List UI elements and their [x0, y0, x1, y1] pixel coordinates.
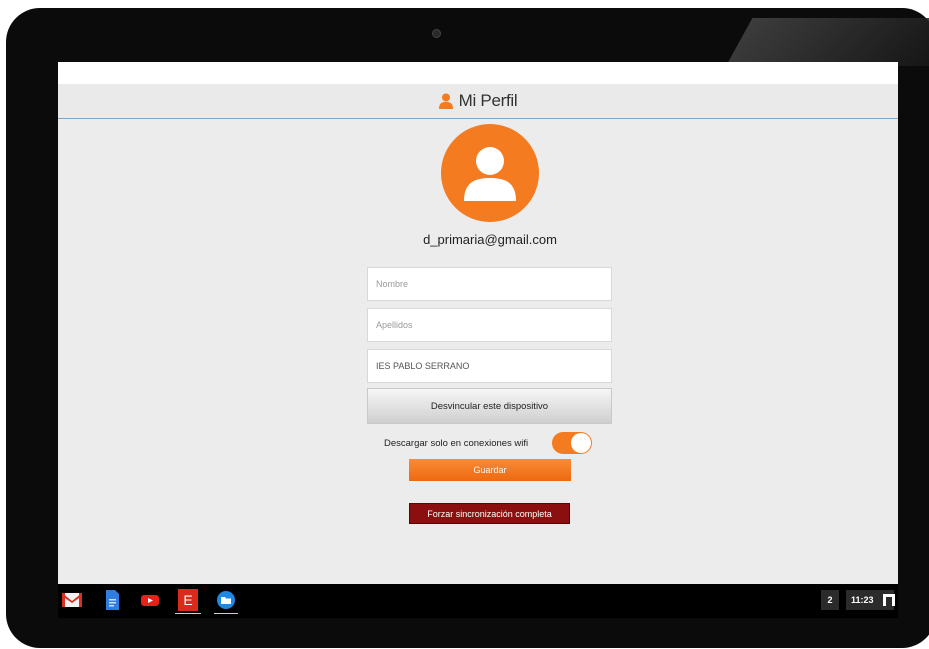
wifi-only-label: Descargar solo en conexiones wifi — [384, 437, 529, 449]
wifi-only-setting: Descargar solo en conexiones wifi — [384, 430, 594, 456]
user-avatar-icon — [441, 124, 539, 222]
app-e-icon[interactable]: E — [178, 589, 198, 611]
status-tray-icon[interactable] — [883, 594, 895, 606]
nombre-input[interactable] — [367, 267, 612, 301]
unlink-device-button[interactable]: Desvincular este dispositivo — [367, 388, 612, 424]
status-bar — [58, 62, 898, 84]
user-email: d_primaria@gmail.com — [423, 232, 557, 247]
force-sync-button[interactable]: Forzar sincronización completa — [409, 503, 570, 524]
notification-count-badge[interactable]: 2 — [821, 590, 839, 610]
toggle-knob — [571, 433, 591, 453]
save-label: Guardar — [473, 465, 507, 475]
docs-icon[interactable] — [102, 590, 122, 610]
files-active-indicator — [214, 613, 238, 614]
page-title: Mi Perfil — [458, 91, 518, 110]
front-camera — [432, 29, 441, 38]
frame-glare — [726, 18, 929, 66]
taskbar: E 2 11:23 — [58, 584, 898, 618]
force-sync-label: Forzar sincronización completa — [427, 508, 552, 519]
files-icon[interactable] — [216, 590, 236, 610]
centro-input[interactable] — [367, 349, 612, 383]
app-e-active-indicator — [175, 613, 201, 614]
gmail-icon[interactable] — [62, 590, 82, 610]
screen: Mi Perfil d_primaria@gmail.com Desvincul… — [58, 62, 898, 618]
app-header: Mi Perfil — [58, 84, 898, 119]
tablet-frame: Mi Perfil d_primaria@gmail.com Desvincul… — [6, 8, 929, 648]
youtube-icon[interactable] — [140, 590, 160, 610]
apellidos-input[interactable] — [367, 308, 612, 342]
unlink-device-label: Desvincular este dispositivo — [430, 400, 549, 412]
wifi-only-toggle[interactable] — [552, 432, 592, 454]
person-icon — [438, 93, 453, 109]
save-button[interactable]: Guardar — [409, 459, 571, 481]
